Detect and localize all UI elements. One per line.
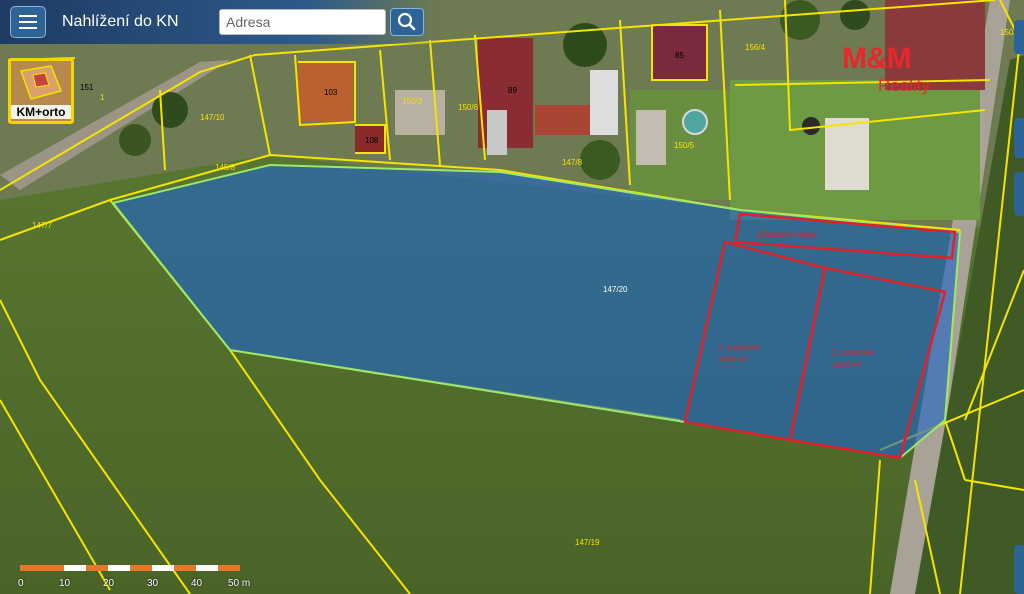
- building: [636, 110, 666, 165]
- hamburger-icon: [19, 15, 37, 17]
- building: [487, 110, 507, 155]
- tree: [580, 140, 620, 180]
- parcel-label: 108: [365, 136, 379, 145]
- parcel-label: 89: [508, 86, 517, 95]
- pool: [682, 109, 708, 135]
- parcel-label: 147/10: [200, 113, 225, 122]
- scale-label: 40: [191, 578, 203, 589]
- app-title: Nahlížení do KN: [62, 13, 179, 30]
- search-button[interactable]: [390, 8, 424, 36]
- layer-switcher-button[interactable]: KM+orto: [8, 58, 74, 124]
- search-icon: [397, 12, 416, 31]
- address-search-input[interactable]: [219, 9, 386, 35]
- parcel-label: 145/8: [215, 163, 236, 172]
- building: [825, 118, 869, 190]
- side-panel-tab[interactable]: [1014, 172, 1024, 216]
- side-panel-tab[interactable]: [1014, 118, 1024, 158]
- pool: [802, 117, 820, 135]
- plot-2-area: 1000 m²: [832, 360, 862, 369]
- parcel-label: 1: [100, 93, 105, 102]
- parcel-label: 150/3: [402, 97, 423, 106]
- side-panel-tab[interactable]: [1014, 20, 1024, 54]
- parcel-label: 156/4: [745, 43, 766, 52]
- scale-label: 20: [103, 578, 115, 589]
- parcel-label: 147/20: [603, 285, 628, 294]
- parcel-label: 147/8: [562, 158, 583, 167]
- brand-subtitle: Reality: [878, 76, 930, 95]
- parcel-label: 103: [324, 88, 338, 97]
- side-panel-tab[interactable]: [1014, 545, 1024, 594]
- tree: [119, 124, 151, 156]
- plot-1-area: 1000 m²: [718, 355, 748, 364]
- parcel-label: 150/6: [458, 103, 479, 112]
- scale-bar: [20, 565, 240, 571]
- menu-button[interactable]: [10, 6, 46, 38]
- brand-logo: M&M: [842, 42, 912, 75]
- layer-switcher-label: KM+orto: [11, 105, 71, 119]
- parcel-label: 85: [675, 51, 684, 60]
- tree: [840, 0, 870, 30]
- parcel-label: 147/7: [32, 221, 53, 230]
- parcel-label: 151: [80, 83, 94, 92]
- parcel-label: 147/19: [575, 538, 600, 547]
- scale-label: 10: [59, 578, 71, 589]
- scale-label: 50 m: [228, 578, 251, 589]
- building: [590, 70, 618, 135]
- plot-access-label: příjezdová cesta: [757, 230, 816, 239]
- plot-2-title: 2. pozemek: [832, 348, 874, 357]
- brand-watermark: M&M Reality: [842, 40, 952, 100]
- parcel-label: 150/5: [674, 141, 695, 150]
- plot-1-title: 1. pozemek: [718, 343, 760, 352]
- scale-label: 30: [147, 578, 159, 589]
- scale-label: 0: [18, 578, 24, 589]
